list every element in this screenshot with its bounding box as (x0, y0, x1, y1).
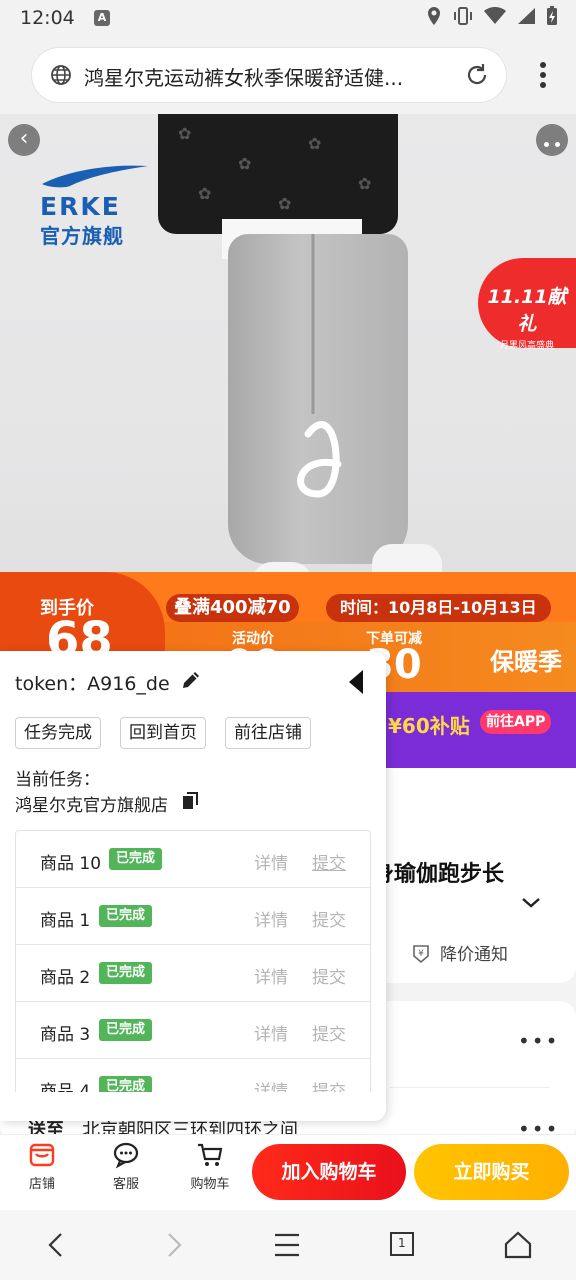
submit-link[interactable]: 提交 (312, 906, 346, 931)
home-icon[interactable] (503, 1230, 533, 1260)
list-item: 商品 1 已完成 详情 提交 (16, 888, 370, 945)
token-value: A916_de (87, 673, 170, 695)
action-bar: 店铺 客服 购物车 加入购物车 立即购买 (0, 1134, 576, 1210)
erke-logo: ERKE 官方旗舰 (40, 162, 152, 249)
globe-icon (51, 65, 71, 85)
item-name: 商品 1 (40, 911, 91, 931)
item-name: 商品 2 (40, 968, 91, 988)
brand-name: ERKE (40, 192, 121, 221)
cart-label: 购物车 (190, 1177, 230, 1192)
current-shop: 鸿星尔克官方旗舰店 (15, 796, 168, 816)
notification-icon: A (94, 10, 110, 26)
store-button[interactable]: 店铺 (12, 1141, 72, 1192)
overflow-menu-icon[interactable] (540, 62, 546, 88)
more-button[interactable] (536, 124, 568, 156)
detail-link[interactable]: 详情 (254, 963, 288, 988)
item-name: 商品 4 (40, 1082, 91, 1092)
status-time: 12:04 (20, 7, 75, 29)
season-label: 保暖季 (490, 648, 562, 676)
price-tag-icon: ¥ (413, 944, 429, 963)
forward-arrow-icon[interactable] (158, 1230, 188, 1260)
copy-icon[interactable] (181, 791, 201, 811)
svg-text:¥: ¥ (418, 949, 424, 959)
tab-count: 1 (398, 1236, 406, 1250)
chevron-down-icon[interactable] (520, 896, 542, 910)
list-item: 商品 3 已完成 详情 提交 (16, 1002, 370, 1059)
detail-link[interactable]: 详情 (254, 1077, 288, 1092)
chat-icon (113, 1142, 139, 1169)
task-done-button[interactable]: 任务完成 (15, 717, 101, 749)
token-row: token：A916_de (15, 669, 170, 696)
price-notify-label: 降价通知 (440, 945, 508, 965)
back-button[interactable]: ‹ (8, 124, 40, 156)
status-badge: 已完成 (109, 848, 163, 870)
detail-link[interactable]: 详情 (254, 849, 288, 874)
promo-badge: 11.11献礼 月黑风高盛典 (478, 258, 576, 351)
task-list[interactable]: 商品 10 已完成 详情 提交 商品 1 已完成 详情 提交 商品 2 已完成 … (15, 830, 371, 1092)
goto-shop-button[interactable]: 前往店铺 (225, 717, 311, 749)
current-task-label: 当前任务： (15, 770, 100, 790)
add-to-cart-button[interactable]: 加入购物车 (252, 1144, 406, 1200)
edit-icon[interactable] (180, 669, 202, 691)
submit-link[interactable]: 提交 (312, 849, 346, 874)
page-title: 鸿星尔克运动裤女秋季保暖舒适健... (84, 66, 404, 90)
cart-icon (198, 1143, 223, 1166)
reload-icon[interactable] (464, 62, 490, 88)
status-badge: 已完成 (99, 905, 153, 927)
status-badge: 已完成 (99, 962, 153, 984)
sweater-illustration: ✿ ✿ ✿ ✿ ✿ ✿ (158, 114, 398, 234)
home-button[interactable]: 回到首页 (120, 717, 206, 749)
subsidy-text: ¥60补贴 (388, 714, 470, 738)
service-label: 客服 (112, 1177, 139, 1192)
task-panel: token：A916_de 任务完成 回到首页 前往店铺 当前任务： 鸿星尔克官… (0, 651, 386, 1121)
list-item: 商品 2 已完成 详情 提交 (16, 945, 370, 1002)
time-pill: 时间：10月8日-10月13日 (326, 594, 551, 622)
browser-nav-bar: 1 (0, 1210, 576, 1280)
promo-badge-title: 11.11献礼 (487, 286, 567, 335)
brand-sub: 官方旗舰 (40, 224, 124, 248)
back-arrow-icon[interactable] (42, 1230, 72, 1260)
battery-icon (547, 6, 557, 25)
store-icon (29, 1143, 55, 1167)
submit-link[interactable]: 提交 (312, 1077, 346, 1092)
more-dots-icon[interactable]: ••• (518, 1029, 559, 1053)
product-title: 身瑜伽跑步长 (372, 862, 505, 887)
address-bar[interactable]: 鸿星尔克运动裤女秋季保暖舒适健... (32, 48, 506, 102)
item-name: 商品 3 (40, 1025, 91, 1045)
buy-now-button[interactable]: 立即购买 (414, 1144, 569, 1200)
wifi-icon (484, 7, 506, 24)
open-app-button[interactable]: 前往APP (480, 710, 552, 734)
discount-pill: 叠满400减70 (166, 594, 299, 622)
signal-icon (518, 8, 535, 24)
submit-link[interactable]: 提交 (312, 1020, 346, 1045)
menu-icon[interactable] (272, 1230, 302, 1260)
status-icons (426, 6, 558, 26)
detail-link[interactable]: 详情 (254, 1020, 288, 1045)
status-bar: 12:04 A (0, 0, 576, 36)
status-badge: 已完成 (99, 1019, 153, 1041)
location-icon (428, 7, 440, 25)
submit-link[interactable]: 提交 (312, 963, 346, 988)
tabs-button[interactable]: 1 (388, 1230, 418, 1260)
detail-link[interactable]: 详情 (254, 906, 288, 931)
service-button[interactable]: 客服 (96, 1141, 156, 1192)
list-item: 商品 4 已完成 详情 提交 (16, 1059, 370, 1092)
collapse-panel-icon[interactable] (348, 669, 364, 695)
token-label: token： (15, 673, 88, 695)
list-item: 商品 10 已完成 详情 提交 (16, 831, 370, 888)
promo-badge-sub: 月黑风高盛典 (499, 341, 554, 351)
pants-illustration (228, 234, 408, 564)
status-badge: 已完成 (99, 1076, 153, 1092)
item-name: 商品 10 (40, 854, 102, 874)
cart-button[interactable]: 购物车 (180, 1141, 240, 1192)
store-label: 店铺 (28, 1177, 55, 1192)
price-notify[interactable]: ¥ 降价通知 (410, 940, 508, 965)
browser-toolbar: 鸿星尔克运动裤女秋季保暖舒适健... (0, 36, 576, 114)
vibrate-icon (454, 7, 472, 25)
